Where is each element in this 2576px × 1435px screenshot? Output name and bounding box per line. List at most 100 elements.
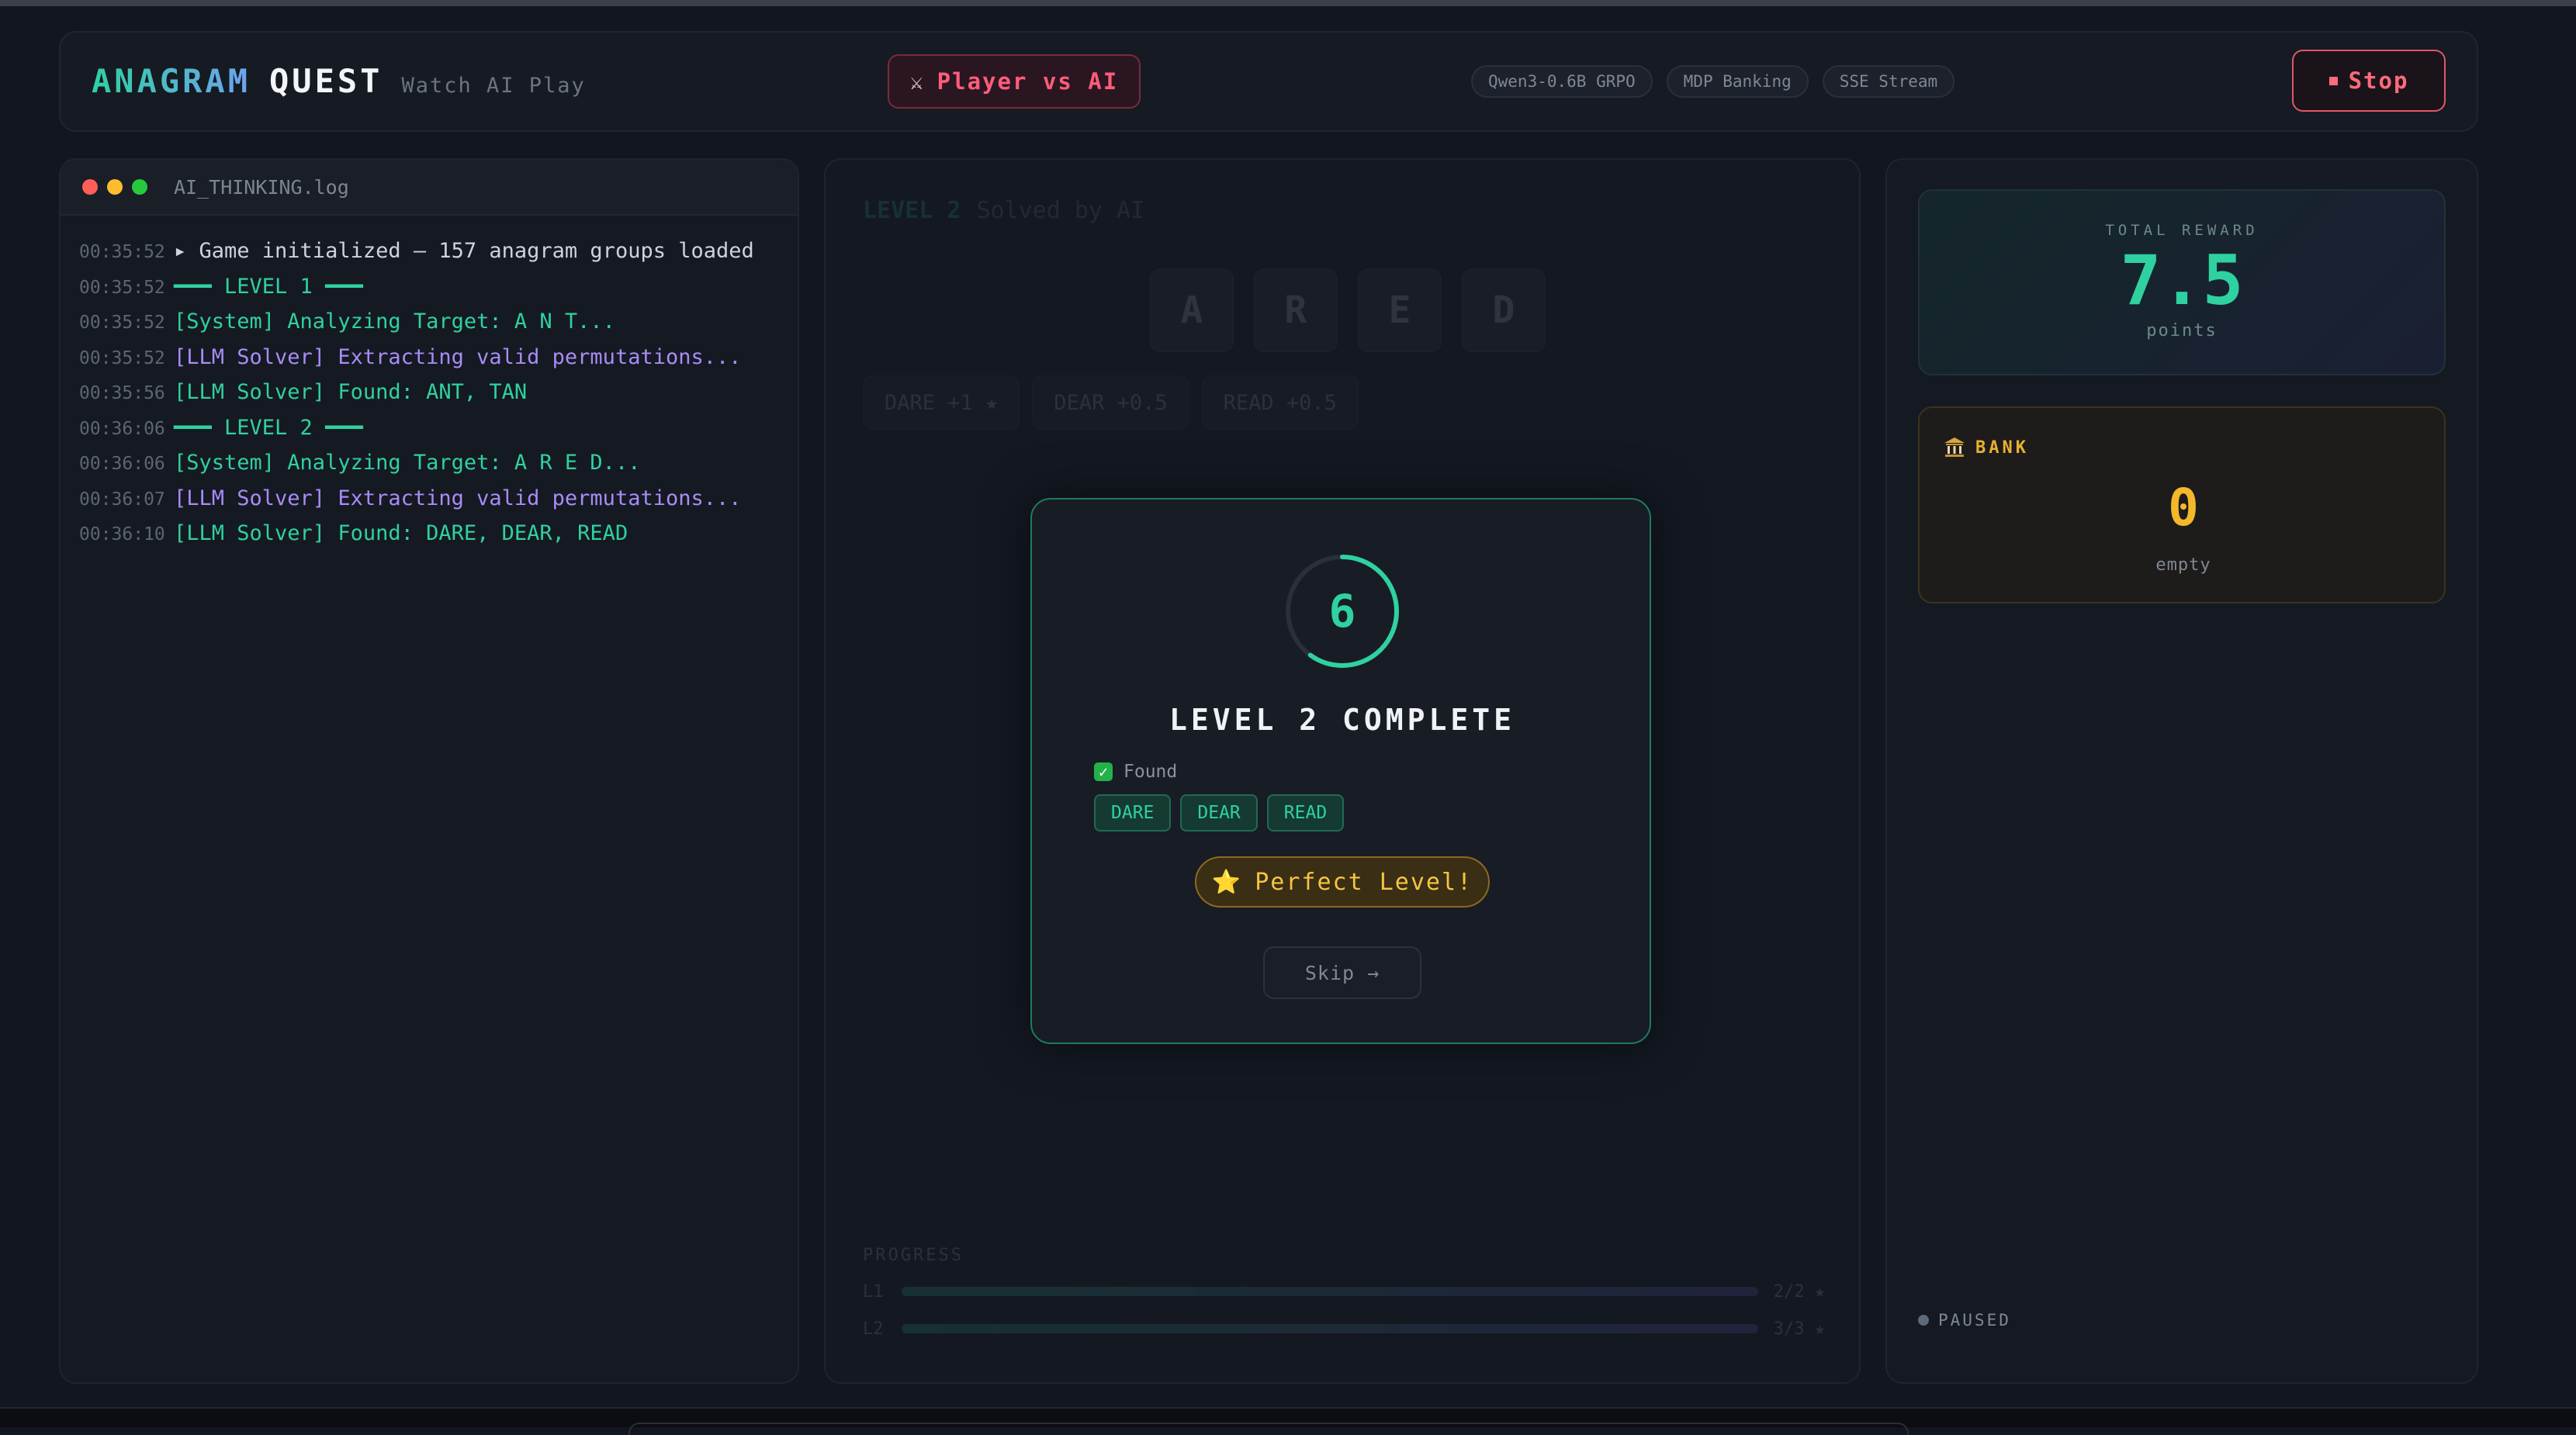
reward-label: TOTAL REWARD [2105, 222, 2259, 239]
progress-row-label: L1 [863, 1281, 884, 1302]
log-message: [System] Analyzing Target: A R E D... [174, 451, 641, 475]
check-icon: ✓ [1094, 762, 1113, 781]
bank-card: BANK 0 empty [1918, 406, 2446, 603]
log-message: [LLM Solver] Extracting valid permutatio… [174, 486, 742, 510]
modal-title: LEVEL 2 COMPLETE [1169, 703, 1516, 737]
terminal-title: AI_THINKING.log [174, 175, 349, 199]
word-chip: DEAR +0.5 [1032, 375, 1189, 430]
brand-secondary: QUEST [269, 62, 383, 100]
letter-tile: E [1358, 268, 1442, 352]
log-timestamp: 00:35:56 [79, 383, 165, 403]
reward-value: 7.5 [2120, 240, 2244, 320]
letter-tile: R [1254, 268, 1338, 352]
crossed-swords-icon: ⚔ [909, 68, 925, 95]
found-word-chip: DARE [1094, 794, 1172, 832]
stats-panel: TOTAL REWARD 7.5 points BANK 0 empty PAU… [1885, 158, 2478, 1384]
level-label: LEVEL 2 [863, 197, 961, 224]
log-timestamp: 00:35:52 [79, 348, 165, 368]
minimize-dot-icon [107, 179, 123, 195]
letter-tile: A [1150, 268, 1234, 352]
progress-row-label: L2 [863, 1319, 884, 1339]
log-timestamp: 00:35:52 [79, 277, 165, 298]
solved-words: DARE +1 ★ DEAR +0.5 READ +0.5 [863, 375, 1359, 430]
log-output[interactable]: 00:35:52 ▸ Game initialized — 157 anagram… [61, 216, 798, 580]
maximize-dot-icon [132, 179, 147, 195]
skip-button[interactable]: Skip → [1263, 946, 1421, 999]
status-dot-icon [1918, 1315, 1929, 1326]
log-timestamp: 00:36:07 [79, 489, 165, 510]
mode-label: Player vs AI [937, 68, 1119, 95]
letter-tile: D [1462, 268, 1546, 352]
status-label: PAUSED [1938, 1311, 2011, 1330]
log-message: [LLM Solver] Found: DARE, DEAR, READ [174, 521, 628, 545]
level-complete-modal: 6 LEVEL 2 COMPLETE ✓ Found DARE DEAR REA… [1030, 498, 1651, 1044]
bank-value: 0 [2168, 478, 2199, 538]
log-line: 00:36:07 [LLM Solver] Extracting valid pe… [79, 486, 779, 522]
log-timestamp: 00:35:52 [79, 313, 165, 333]
log-timestamp: 00:36:10 [79, 524, 165, 545]
app-header: ANAGRAM QUEST Watch AI Play ⚔ Player vs … [59, 31, 2478, 132]
badge-stream: SSE Stream [1822, 65, 1955, 98]
log-line: 00:36:06 ━━━ LEVEL 2 ━━━ [79, 416, 779, 451]
log-message: ▸ Game initialized — 157 anagram groups … [174, 239, 754, 263]
log-line: 00:35:52 [System] Analyzing Target: A N T… [79, 309, 779, 345]
progress-row: L2 3/3 ★ [863, 1310, 1825, 1347]
log-line: 00:35:52 ━━━ LEVEL 1 ━━━ [79, 275, 779, 310]
log-message: ━━━ LEVEL 1 ━━━ [174, 274, 363, 299]
found-word-chip: DEAR [1180, 794, 1258, 832]
word-chip: DARE +1 ★ [863, 375, 1020, 430]
perfect-level-badge: ⭐ Perfect Level! [1195, 856, 1490, 908]
countdown-number: 6 [1328, 585, 1356, 638]
progress-title: PROGRESS [863, 1246, 964, 1265]
level-heading: LEVEL 2 Solved by AI [863, 197, 1144, 224]
level-sublabel: Solved by AI [976, 197, 1145, 224]
terminal-titlebar: AI_THINKING.log [61, 160, 798, 216]
stop-square-icon [2328, 76, 2338, 85]
found-label-text: Found [1124, 762, 1178, 782]
perfect-label: Perfect Level! [1255, 868, 1473, 896]
log-timestamp: 00:36:06 [79, 418, 165, 439]
bank-status: empty [2155, 555, 2211, 575]
log-message: ━━━ LEVEL 2 ━━━ [174, 415, 363, 440]
log-timestamp: 00:36:06 [79, 454, 165, 474]
progress-row-value: 2/2 ★ [1773, 1281, 1825, 1302]
log-timestamp: 00:35:52 [79, 242, 165, 262]
log-line: 00:36:06 [System] Analyzing Target: A R E… [79, 451, 779, 486]
log-line: 00:35:52 ▸ Game initialized — 157 anagram… [79, 239, 779, 275]
window-top-edge [0, 0, 2576, 6]
brand: ANAGRAM QUEST Watch AI Play [92, 62, 586, 100]
game-board: LEVEL 2 Solved by AI A R E D DARE +1 ★ DE… [824, 158, 1861, 1384]
bank-label: BANK [1975, 437, 2029, 458]
log-message: [System] Analyzing Target: A N T... [174, 309, 615, 334]
close-dot-icon [82, 179, 98, 195]
found-word-chip: READ [1266, 794, 1345, 832]
word-chip: READ +0.5 [1201, 375, 1359, 430]
progress-bar [902, 1287, 1758, 1296]
total-reward-card: TOTAL REWARD 7.5 points [1918, 189, 2446, 375]
letter-tiles: A R E D [1150, 268, 1546, 352]
badge-model: Qwen3-0.6B GRPO [1471, 65, 1653, 98]
level-progress: PROGRESS L1 2/2 ★ L2 3/3 ★ [863, 1246, 1825, 1347]
bottom-tab-outline [628, 1423, 1909, 1435]
reward-unit: points [2146, 321, 2218, 341]
brand-primary: ANAGRAM [92, 62, 251, 100]
log-line: 00:35:56 [LLM Solver] Found: ANT, TAN [79, 380, 779, 416]
game-status: PAUSED [1918, 1311, 2011, 1330]
stop-label: Stop [2348, 67, 2409, 94]
stop-button[interactable]: Stop [2292, 50, 2446, 112]
log-message: [LLM Solver] Found: ANT, TAN [174, 380, 528, 404]
ai-thinking-terminal: AI_THINKING.log 00:35:52 ▸ Game initializ… [59, 158, 799, 1384]
found-label: ✓ Found [1094, 762, 1177, 782]
log-line: 00:36:10 [LLM Solver] Found: DARE, DEAR, … [79, 521, 779, 557]
tech-badges: Qwen3-0.6B GRPO MDP Banking SSE Stream [1471, 65, 1955, 98]
mode-toggle-button[interactable]: ⚔ Player vs AI [888, 54, 1141, 109]
progress-row-value: 3/3 ★ [1773, 1319, 1825, 1339]
progress-row: L1 2/2 ★ [863, 1273, 1825, 1310]
brand-tagline: Watch AI Play [401, 74, 586, 98]
progress-bar [902, 1324, 1758, 1333]
bank-icon [1944, 437, 1965, 457]
log-line: 00:35:52 [LLM Solver] Extracting valid pe… [79, 345, 779, 381]
log-message: [LLM Solver] Extracting valid permutatio… [174, 344, 742, 369]
found-words: DARE DEAR READ [1094, 794, 1345, 832]
badge-banking: MDP Banking [1666, 65, 1809, 98]
